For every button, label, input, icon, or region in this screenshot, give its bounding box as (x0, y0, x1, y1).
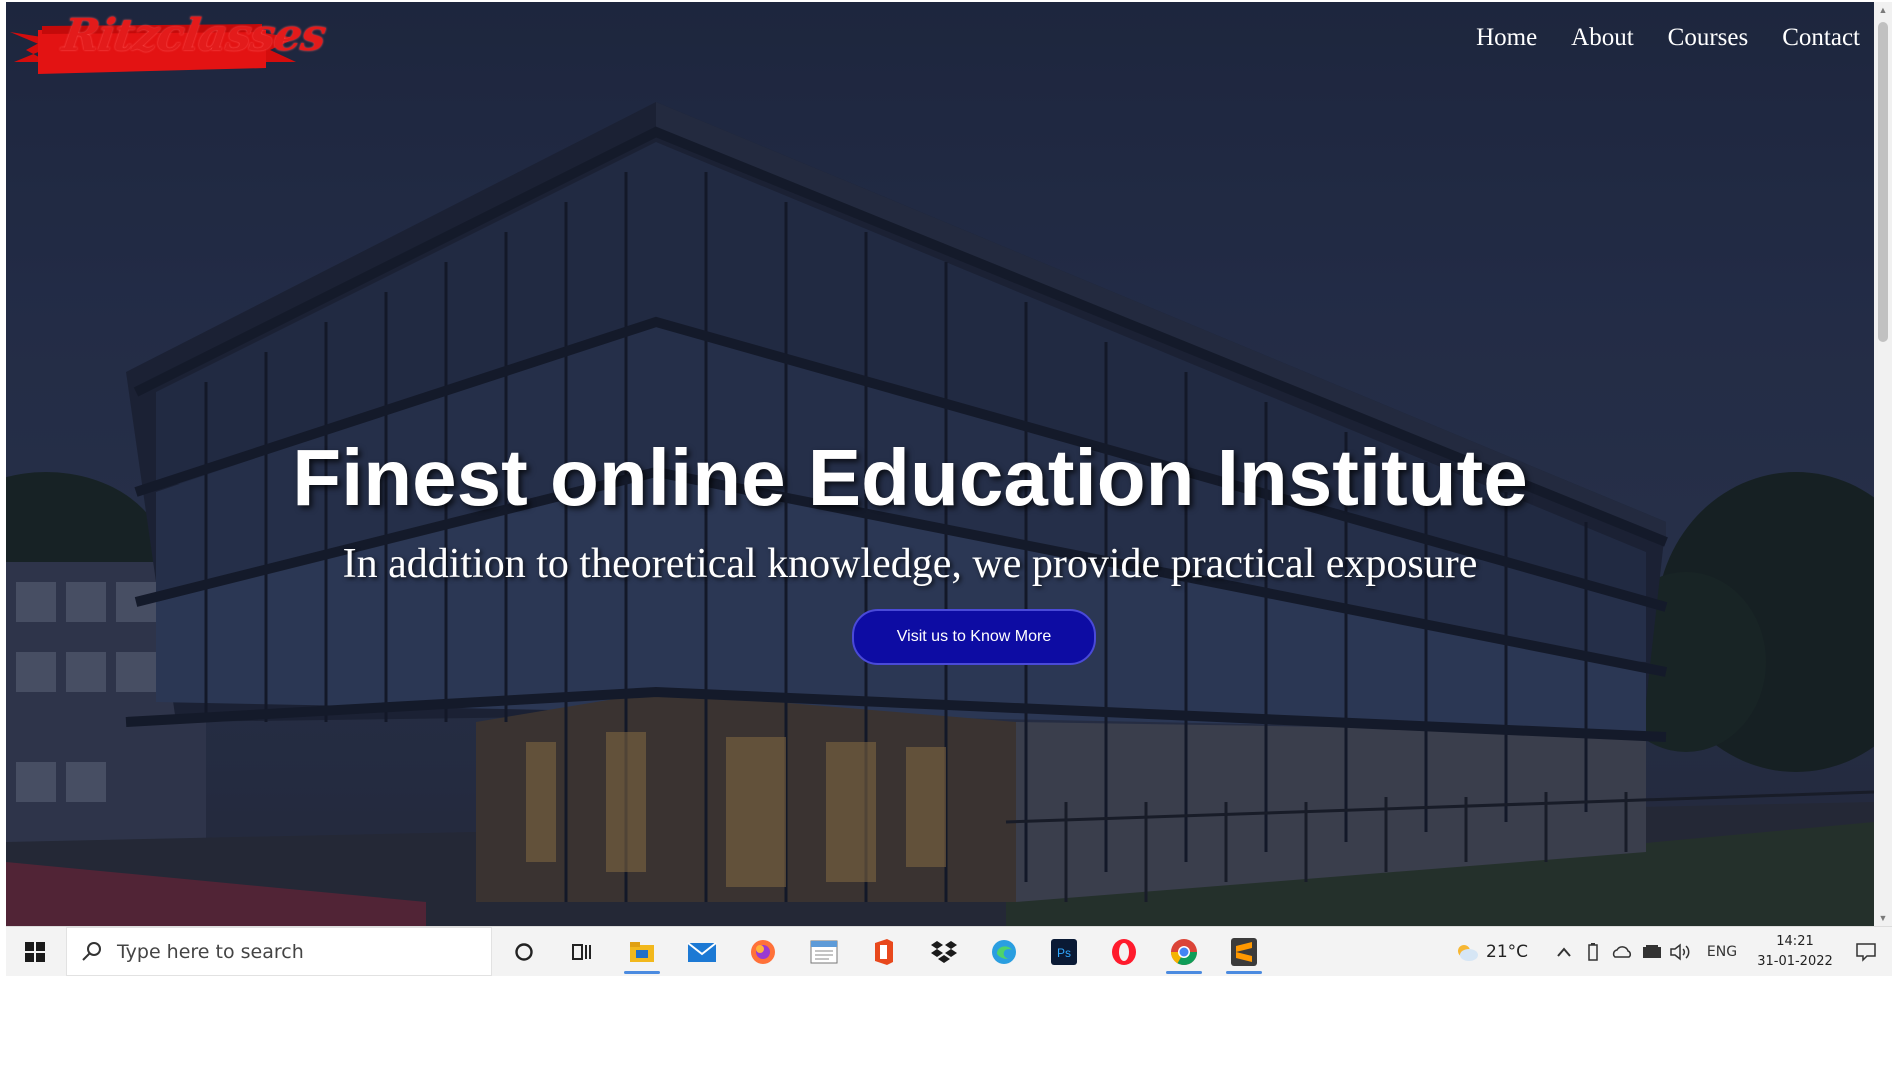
search-icon (82, 941, 101, 961)
sublime-text-icon[interactable] (1216, 927, 1272, 976)
browser-viewport: Ritzclasses Home About Courses Contact F… (6, 2, 1874, 926)
nav-link-contact[interactable]: Contact (1782, 24, 1860, 52)
nav-link-courses[interactable]: Courses (1668, 24, 1749, 52)
notification-center-icon[interactable] (1846, 927, 1886, 976)
taskbar-clock[interactable]: 14:21 31-01-2022 (1750, 927, 1840, 976)
tray-weather[interactable]: 21°C (1454, 927, 1528, 976)
cortana-icon[interactable] (496, 927, 552, 976)
scroll-down-arrow-icon[interactable]: ▼ (1874, 910, 1892, 926)
active-app-indicator (1226, 971, 1262, 974)
notepad-icon[interactable] (796, 927, 852, 976)
clock-time: 14:21 (1776, 933, 1814, 949)
taskbar-search-box[interactable]: Type here to search (66, 927, 492, 976)
volume-icon[interactable] (1668, 927, 1694, 976)
hero-subtitle: In addition to theoretical knowledge, we… (342, 541, 1478, 587)
clock-date: 31-01-2022 (1757, 953, 1833, 969)
opera-icon[interactable] (1096, 927, 1152, 976)
windows-logo-icon (25, 941, 45, 962)
start-button[interactable] (6, 927, 64, 976)
network-icon[interactable] (1640, 927, 1664, 976)
office-icon[interactable] (856, 927, 912, 976)
weather-icon (1458, 944, 1478, 961)
photoshop-icon-label: Ps (1057, 946, 1071, 960)
windows-taskbar: Type here to search Ps 21°C ENG 14:21 31… (6, 926, 1892, 976)
show-hidden-icons-chevron-icon[interactable] (1554, 927, 1574, 976)
language-label: ENG (1706, 943, 1738, 960)
photoshop-icon[interactable]: Ps (1036, 927, 1092, 976)
battery-status-icon[interactable] (1582, 927, 1604, 976)
vertical-scrollbar[interactable]: ▲ ▼ (1874, 2, 1892, 926)
dropbox-icon[interactable] (916, 927, 972, 976)
scroll-thumb[interactable] (1878, 22, 1888, 342)
language-indicator[interactable]: ENG (1702, 927, 1742, 976)
main-nav: Home About Courses Contact (1476, 24, 1860, 52)
chrome-icon[interactable] (1156, 927, 1212, 976)
weather-temperature: 21°C (1486, 941, 1529, 962)
search-placeholder: Type here to search (117, 940, 304, 963)
firefox-icon[interactable] (735, 927, 791, 976)
task-view-icon[interactable] (553, 927, 609, 976)
file-explorer-icon[interactable] (614, 927, 670, 976)
site-logo[interactable]: Ritzclasses (8, 8, 329, 80)
edge-icon[interactable] (976, 927, 1032, 976)
hero-cta-button[interactable]: Visit us to Know More (852, 609, 1096, 665)
hero-title: Finest online Education Institute (292, 433, 1528, 522)
nav-link-about[interactable]: About (1571, 24, 1634, 52)
mail-icon[interactable] (674, 927, 730, 976)
nav-link-home[interactable]: Home (1476, 24, 1537, 52)
onedrive-icon[interactable] (1610, 927, 1634, 976)
logo-text: Ritzclasses (59, 10, 329, 61)
active-app-indicator (1166, 971, 1202, 974)
scroll-up-arrow-icon[interactable]: ▲ (1874, 2, 1892, 18)
active-app-indicator (624, 971, 660, 974)
